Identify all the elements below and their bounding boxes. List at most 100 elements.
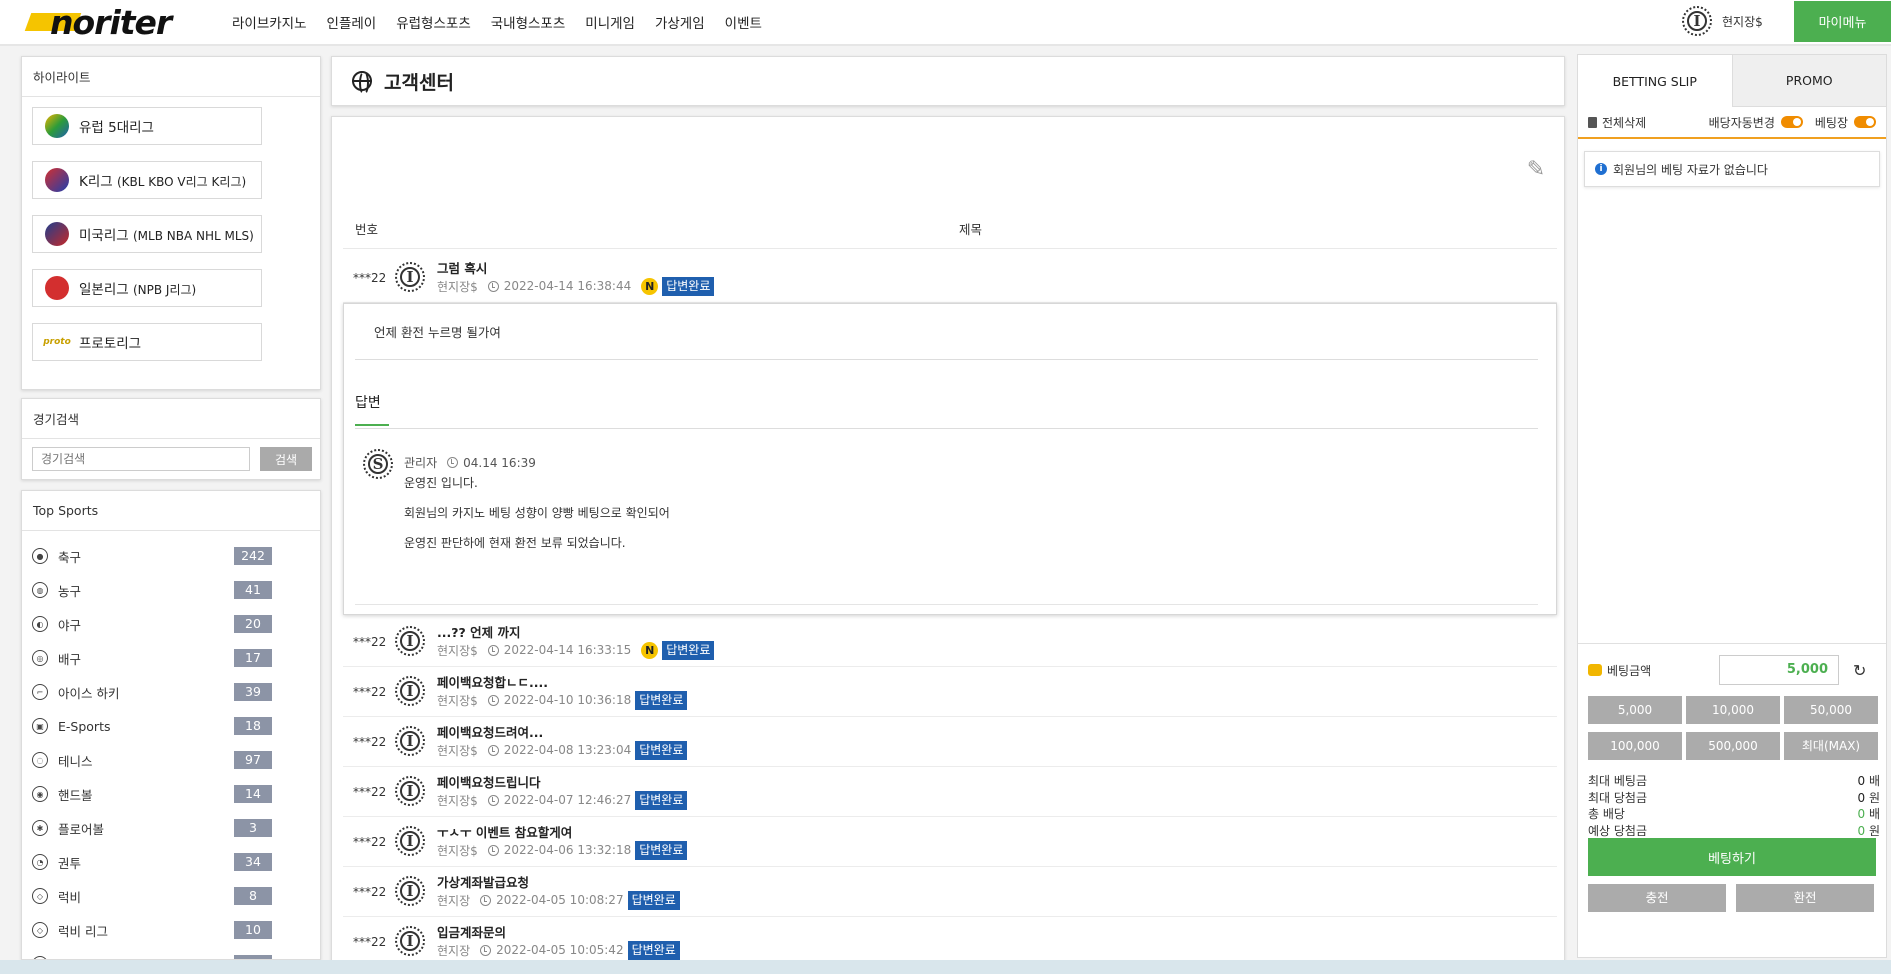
amount-10000-button[interactable]: 10,000 (1686, 696, 1780, 724)
tab-betting-slip[interactable]: BETTING SLIP (1578, 55, 1732, 107)
sport-item[interactable]: ▣ E-Sports 18 (32, 709, 272, 743)
amount-50000-button[interactable]: 50,000 (1784, 696, 1878, 724)
clock-icon (480, 894, 492, 906)
post-time: 2022-04-06 13:32:18 (503, 843, 632, 857)
answer-time: 04.14 16:39 (463, 455, 536, 470)
post-title[interactable]: 페이백요청드립니다 (437, 772, 541, 791)
slip-bottom: 베팅금액 5,000 ↻ 5,000 10,000 50,000 100,000… (1578, 643, 1886, 912)
match-search-input[interactable] (32, 447, 250, 471)
nav-mini-game[interactable]: 미니게임 (585, 12, 635, 32)
sport-name: E-Sports (58, 718, 111, 734)
post-author: 현지장 (437, 893, 471, 908)
deposit-button[interactable]: 충전 (1588, 884, 1726, 912)
sport-item[interactable]: ◇ 럭비 리그 10 (32, 913, 272, 947)
nav-event[interactable]: 이벤트 (725, 12, 762, 32)
post-title[interactable]: ...?? 언제 까지 (437, 622, 520, 641)
status-badge: 답변완료 (635, 690, 688, 710)
highlight-proto-league[interactable]: proto 프로토리그 (32, 323, 262, 361)
table-row[interactable]: ***22 I 페이백요청드립니다 현지장$ 2022-04-07 12:46:27 답변… (343, 767, 1557, 817)
clock-icon (487, 280, 499, 292)
bet-amount-input[interactable]: 5,000 (1719, 655, 1839, 685)
sport-name: 배구 (58, 651, 82, 667)
coin-icon (1588, 664, 1602, 676)
globe-icon (352, 71, 372, 95)
sport-item[interactable]: ⌐ 아이스 하키 39 (32, 675, 272, 709)
place-bet-button[interactable]: 베팅하기 (1588, 838, 1876, 876)
answer-line: 회원님의 카지노 베팅 성향이 양빵 베팅으로 확인되어 (404, 506, 670, 520)
nav-virtual-game[interactable]: 가상게임 (655, 12, 705, 32)
slip-toolbar: 전체삭제 배당자동변경 베팅장 (1578, 107, 1886, 139)
sport-item[interactable]: ◐ 야구 20 (32, 607, 272, 641)
sport-item[interactable]: ◇ 럭비 8 (32, 879, 272, 913)
header-num: 번호 (355, 222, 379, 237)
bet-slip-toggle[interactable] (1854, 116, 1876, 128)
floorball-icon: ✱ (32, 820, 48, 836)
stat-value: 0 (1857, 790, 1866, 805)
amount-100000-button[interactable]: 100,000 (1588, 732, 1682, 760)
amount-5000-button[interactable]: 5,000 (1588, 696, 1682, 724)
post-title[interactable]: 그럼 혹시 (437, 258, 487, 277)
user-info[interactable]: I 현지장$ (1682, 6, 1763, 36)
sport-name: 아이스 하키 (58, 685, 120, 701)
post-title[interactable]: 가상계좌발급요청 (437, 872, 529, 891)
nav-euro-sports[interactable]: 유럽형스포츠 (396, 12, 471, 32)
sport-count-badge: 10 (234, 921, 272, 939)
refresh-icon[interactable]: ↻ (1853, 661, 1866, 680)
table-row[interactable]: ***22 I ...?? 언제 까지 현지장$ 2022-04-14 16:33:15… (343, 617, 1557, 667)
bet-amount-label: 베팅금액 (1607, 663, 1652, 678)
post-meta: 현지장$ 2022-04-06 13:32:18 답변완료 (437, 840, 688, 860)
highlight-euro-5-leagues[interactable]: 유럽 5대리그 (32, 107, 262, 145)
nav-domestic-sports[interactable]: 국내형스포츠 (491, 12, 566, 32)
header-subject: 제목 (959, 222, 983, 237)
highlight-japan-league[interactable]: 일본리그 (NPB J리그) (32, 269, 262, 307)
sport-count-badge: 41 (234, 581, 272, 599)
amount-max-button[interactable]: 최대(MAX) (1784, 732, 1878, 760)
auto-odds-toggle[interactable] (1780, 116, 1803, 128)
post-title[interactable]: ㅜㅅㅜ 이벤트 참요할게여 (437, 822, 572, 841)
nav-inplay[interactable]: 인플레이 (327, 12, 377, 32)
divider (355, 428, 1538, 429)
post-author: 현지장$ (437, 279, 478, 294)
sport-item[interactable]: ◌ 테니스 97 (32, 743, 272, 777)
table-row[interactable]: ***22 I 페이백요청드려여... 현지장$ 2022-04-08 13:23:04… (343, 717, 1557, 767)
nav-live-casino[interactable]: 라이브카지노 (232, 12, 307, 32)
sport-item[interactable]: ◔ 권투 34 (32, 845, 272, 879)
sport-item[interactable]: ◉ 핸드볼 14 (32, 777, 272, 811)
withdraw-button[interactable]: 환전 (1736, 884, 1874, 912)
question-body: 언제 환전 누르명 될가여 (374, 325, 501, 340)
admin-avatar: S (363, 449, 393, 479)
my-menu-button[interactable]: 마이메뉴 (1794, 1, 1891, 42)
post-title[interactable]: 입금계좌문의 (437, 922, 506, 941)
inquiry-board: ✎ 번호 제목 ***22 I 그럼 혹시 현지장$ 2022-04-14 16… (331, 116, 1565, 970)
clock-icon (447, 457, 459, 468)
table-row[interactable]: ***22 I 페이백요청합ㄴㄷ.... 현지장$ 2022-04-10 10:36:1… (343, 667, 1557, 717)
post-title[interactable]: 페이백요청합ㄴㄷ.... (437, 672, 548, 691)
stat-value: 0 (1857, 823, 1866, 838)
clear-all-button[interactable]: 전체삭제 (1602, 114, 1646, 131)
post-detail: 언제 환전 누르명 될가여 답변 S 관리자 04.14 16:39 운영진 입… (343, 303, 1557, 615)
match-search-button[interactable]: 검색 (260, 447, 312, 471)
sport-item[interactable]: /크리켓9 (32, 947, 272, 959)
tennis-icon: ◌ (32, 752, 48, 768)
sport-item[interactable]: ✱ 플로어볼 3 (32, 811, 272, 845)
trash-icon[interactable] (1588, 116, 1597, 128)
table-row[interactable]: ***22 I ㅜㅅㅜ 이벤트 참요할게여 현지장$ 2022-04-06 13:32:… (343, 817, 1557, 867)
sport-item[interactable]: ● 축구 242 (32, 539, 272, 573)
gamepad-icon: ▣ (32, 718, 48, 734)
sport-item[interactable]: ◍ 농구 41 (32, 573, 272, 607)
author-avatar: I (395, 826, 425, 856)
table-row[interactable]: ***22 I 그럼 혹시 현지장$ 2022-04-14 16:38:44 N… (343, 253, 1557, 303)
highlight-k-league[interactable]: K리그 (KBL KBO V리그 K리그) (32, 161, 262, 199)
post-title[interactable]: 페이백요청드려여... (437, 722, 543, 741)
pencil-icon[interactable]: ✎ (1522, 157, 1550, 185)
sport-count-badge: 97 (234, 751, 272, 769)
tab-promo[interactable]: PROMO (1731, 55, 1886, 107)
stat-value-wrap: 0 배 (1857, 805, 1880, 822)
site-logo[interactable]: noriter (24, 3, 210, 42)
sport-item[interactable]: ◎ 배구 17 (32, 641, 272, 675)
post-time: 2022-04-10 10:36:18 (503, 693, 632, 707)
highlight-us-league[interactable]: 미국리그 (MLB NBA NHL MLS) (32, 215, 262, 253)
empty-slip-message: i 회원님의 베팅 자료가 없습니다 (1584, 151, 1880, 187)
amount-500000-button[interactable]: 500,000 (1686, 732, 1780, 760)
table-row[interactable]: ***22 I 가상계좌발급요청 현지장 2022-04-05 10:08:27 답변완료 (343, 867, 1557, 917)
